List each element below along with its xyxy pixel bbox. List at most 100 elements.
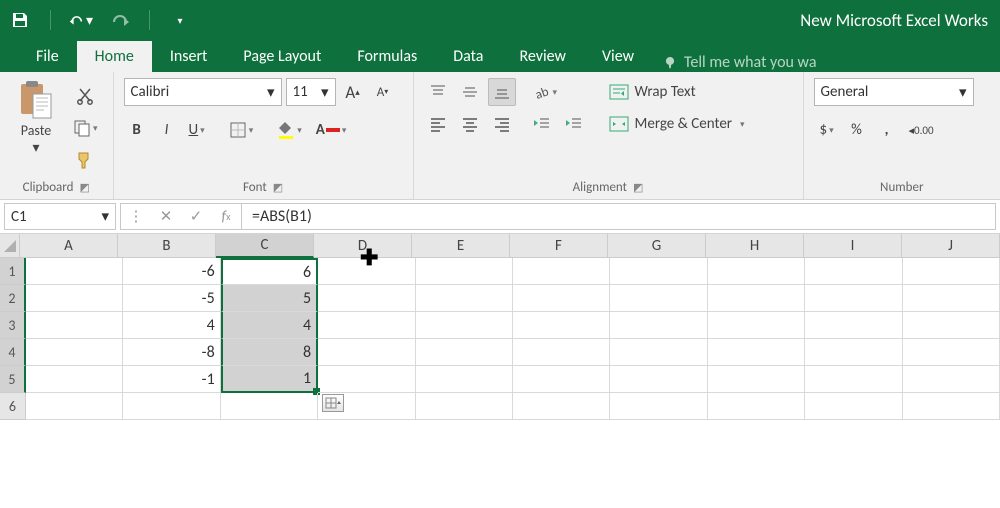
- cell-E2[interactable]: [416, 285, 513, 312]
- orientation-button[interactable]: ab▾: [528, 78, 563, 106]
- cell-I6[interactable]: [805, 393, 902, 420]
- cancel-formula-button[interactable]: ✕: [151, 207, 181, 226]
- align-middle-button[interactable]: [456, 78, 484, 106]
- cell-F6[interactable]: [513, 393, 610, 420]
- tab-review[interactable]: Review: [501, 41, 584, 72]
- cell-A1[interactable]: [26, 258, 123, 285]
- cell-B5[interactable]: -1: [123, 366, 220, 393]
- undo-button[interactable]: ▾: [69, 8, 93, 32]
- select-all-triangle[interactable]: [0, 234, 20, 258]
- column-header-D[interactable]: D: [314, 234, 412, 258]
- cell-J4[interactable]: [903, 339, 1000, 366]
- worksheet-grid[interactable]: ABCDEFGHIJ 1-662-553444-885-116 ✚: [0, 234, 1000, 420]
- cell-F1[interactable]: [513, 258, 610, 285]
- font-size-select[interactable]: 11▾: [286, 78, 336, 106]
- enter-formula-button[interactable]: ✓: [181, 207, 211, 226]
- cell-J3[interactable]: [903, 312, 1000, 339]
- cell-J1[interactable]: [903, 258, 1000, 285]
- redo-button[interactable]: [107, 8, 131, 32]
- column-header-F[interactable]: F: [510, 234, 608, 258]
- increase-font-button[interactable]: A▴: [340, 78, 366, 106]
- increase-decimal-button[interactable]: ◂0.00: [904, 116, 939, 144]
- cell-G6[interactable]: [610, 393, 707, 420]
- column-header-G[interactable]: G: [608, 234, 706, 258]
- alignment-dialog-launcher[interactable]: ◩: [633, 181, 643, 194]
- row-header-4[interactable]: 4: [0, 339, 26, 366]
- increase-indent-button[interactable]: [560, 110, 588, 138]
- underline-button[interactable]: U▾: [184, 116, 210, 144]
- font-color-button[interactable]: A▾: [311, 116, 352, 144]
- cell-C3[interactable]: 4: [221, 312, 318, 339]
- cell-E5[interactable]: [416, 366, 513, 393]
- cell-F4[interactable]: [513, 339, 610, 366]
- cell-G3[interactable]: [610, 312, 707, 339]
- cell-D5[interactable]: [318, 366, 415, 393]
- cell-F2[interactable]: [513, 285, 610, 312]
- percent-button[interactable]: %: [844, 116, 870, 144]
- row-header-1[interactable]: 1: [0, 258, 26, 285]
- cell-I3[interactable]: [805, 312, 902, 339]
- cell-D3[interactable]: [318, 312, 415, 339]
- row-header-5[interactable]: 5: [0, 366, 26, 393]
- tab-formulas[interactable]: Formulas: [339, 41, 435, 72]
- cell-A6[interactable]: [26, 393, 123, 420]
- autofill-options-button[interactable]: [322, 394, 344, 412]
- align-bottom-button[interactable]: [488, 78, 516, 106]
- tab-home[interactable]: Home: [77, 41, 152, 72]
- tab-page-layout[interactable]: Page Layout: [225, 41, 339, 72]
- cell-B4[interactable]: -8: [123, 339, 220, 366]
- format-painter-button[interactable]: [68, 146, 103, 174]
- cell-I2[interactable]: [805, 285, 902, 312]
- cell-H1[interactable]: [708, 258, 805, 285]
- cell-D2[interactable]: [318, 285, 415, 312]
- bold-button[interactable]: B: [124, 116, 150, 144]
- cell-E6[interactable]: [416, 393, 513, 420]
- cell-A5[interactable]: [26, 366, 123, 393]
- cell-A4[interactable]: [26, 339, 123, 366]
- copy-button[interactable]: ▾: [68, 114, 103, 142]
- formula-input[interactable]: =ABS(B1): [242, 203, 996, 230]
- column-header-E[interactable]: E: [412, 234, 510, 258]
- cell-I5[interactable]: [805, 366, 902, 393]
- font-dialog-launcher[interactable]: ◩: [273, 181, 283, 194]
- cell-C6[interactable]: [221, 393, 318, 420]
- cell-C4[interactable]: 8: [221, 339, 318, 366]
- cell-B6[interactable]: [123, 393, 220, 420]
- align-top-button[interactable]: [424, 78, 452, 106]
- decrease-indent-button[interactable]: [528, 110, 556, 138]
- merge-center-button[interactable]: Merge & Center▾: [604, 110, 774, 138]
- wrap-text-button[interactable]: Wrap Text: [604, 78, 774, 106]
- cell-B3[interactable]: 4: [123, 312, 220, 339]
- cell-E3[interactable]: [416, 312, 513, 339]
- cell-I4[interactable]: [805, 339, 902, 366]
- currency-button[interactable]: $▾: [814, 116, 840, 144]
- cell-I1[interactable]: [805, 258, 902, 285]
- cell-H2[interactable]: [708, 285, 805, 312]
- number-format-select[interactable]: General▾: [814, 78, 974, 106]
- column-header-J[interactable]: J: [902, 234, 1000, 258]
- tab-data[interactable]: Data: [435, 41, 501, 72]
- cell-C2[interactable]: 5: [221, 285, 318, 312]
- column-header-H[interactable]: H: [706, 234, 804, 258]
- cut-button[interactable]: [68, 82, 103, 110]
- name-box[interactable]: C1▾: [4, 203, 116, 230]
- cell-J6[interactable]: [903, 393, 1000, 420]
- cell-H6[interactable]: [708, 393, 805, 420]
- cell-E1[interactable]: [416, 258, 513, 285]
- column-header-I[interactable]: I: [804, 234, 902, 258]
- cell-E4[interactable]: [416, 339, 513, 366]
- italic-button[interactable]: I: [154, 116, 180, 144]
- align-center-button[interactable]: [456, 110, 484, 138]
- cell-G4[interactable]: [610, 339, 707, 366]
- column-header-B[interactable]: B: [118, 234, 216, 258]
- cell-A3[interactable]: [26, 312, 123, 339]
- decrease-font-button[interactable]: A▾: [370, 78, 396, 106]
- cell-D1[interactable]: [318, 258, 415, 285]
- cell-J5[interactable]: [903, 366, 1000, 393]
- cell-B1[interactable]: -6: [123, 258, 220, 285]
- tab-view[interactable]: View: [584, 41, 652, 72]
- customize-qat-button[interactable]: ▾: [168, 8, 192, 32]
- cell-G5[interactable]: [610, 366, 707, 393]
- paste-button[interactable]: Paste ▾: [10, 78, 62, 156]
- cell-C5[interactable]: 1: [221, 366, 318, 393]
